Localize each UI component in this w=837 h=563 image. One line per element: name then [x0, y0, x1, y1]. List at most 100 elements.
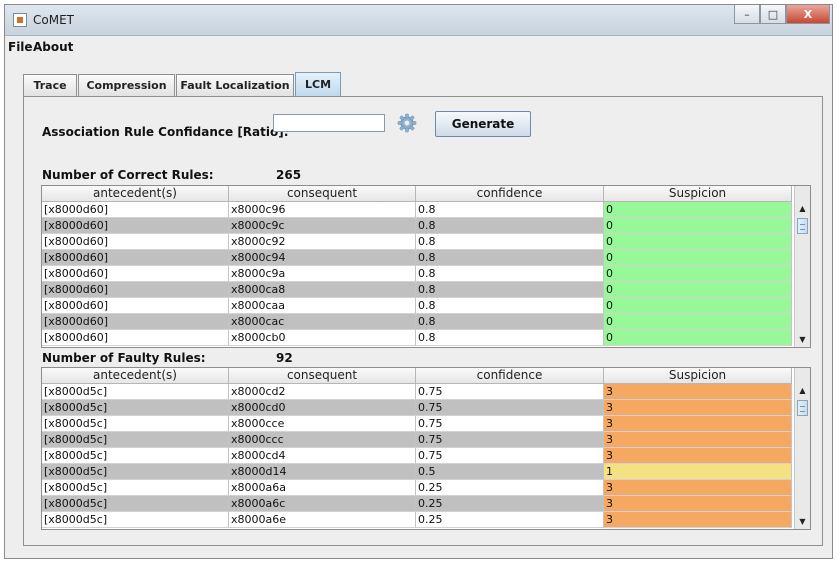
suspicion-cell: 3 [604, 432, 792, 448]
suspicion-cell: 1 [604, 464, 792, 480]
table-row[interactable]: [x8000d5c] x8000cd4 0.75 3 [42, 448, 810, 464]
confidence-cell: 0.8 [416, 250, 604, 266]
title-bar: CoMET – □ X [5, 5, 832, 36]
table-row[interactable]: [x8000d60] x8000c9c 0.8 0 [42, 218, 810, 234]
consequent-cell: x8000a6a [229, 480, 416, 496]
tab-fault-localization[interactable]: Fault Localization [176, 74, 294, 96]
scroll-down-arrow-icon[interactable]: ▼ [795, 333, 810, 347]
suspicion-cell: 0 [604, 202, 792, 218]
app-window: CoMET – □ X File About Trace Compression… [4, 4, 833, 559]
suspicion-cell: 3 [604, 400, 792, 416]
table-row[interactable]: [x8000d5c] x8000cce 0.75 3 [42, 416, 810, 432]
antecedent-cell: [x8000d5c] [42, 416, 229, 432]
column-header[interactable]: Suspicion [604, 186, 792, 202]
table-header: antecedent(s) consequent confidence Suspici… [42, 186, 810, 202]
suspicion-cell: 0 [604, 266, 792, 282]
consequent-cell: x8000caa [229, 298, 416, 314]
confidence-cell: 0.25 [416, 496, 604, 512]
consequent-cell: x8000cd4 [229, 448, 416, 464]
confidence-cell: 0.8 [416, 202, 604, 218]
faulty-rules-table[interactable]: antecedent(s) consequent confidence Suspici… [41, 367, 811, 530]
tab-compression[interactable]: Compression [78, 74, 175, 96]
antecedent-cell: [x8000d60] [42, 298, 229, 314]
table-row[interactable]: [x8000d60] x8000caa 0.8 0 [42, 298, 810, 314]
close-button[interactable]: X [786, 5, 830, 24]
confidence-input[interactable] [273, 114, 385, 132]
suspicion-cell: 0 [604, 314, 792, 330]
minimize-button[interactable]: – [734, 5, 760, 24]
column-header[interactable]: confidence [416, 186, 604, 202]
column-header[interactable]: consequent [229, 368, 416, 384]
table-row[interactable]: [x8000d5c] x8000a6c 0.25 3 [42, 496, 810, 512]
confidence-cell: 0.8 [416, 234, 604, 250]
table-row[interactable]: [x8000d60] x8000cb0 0.8 0 [42, 330, 810, 346]
antecedent-cell: [x8000d60] [42, 314, 229, 330]
suspicion-cell: 3 [604, 496, 792, 512]
table-row[interactable]: [x8000d5c] x8000cd2 0.75 3 [42, 384, 810, 400]
table-row[interactable]: [x8000d5c] x8000a6a 0.25 3 [42, 480, 810, 496]
table-row[interactable]: [x8000d5c] x8000ccc 0.75 3 [42, 432, 810, 448]
scroll-down-arrow-icon[interactable]: ▼ [795, 515, 810, 529]
consequent-cell: x8000c9a [229, 266, 416, 282]
column-header[interactable]: antecedent(s) [42, 368, 229, 384]
scroll-thumb[interactable] [797, 218, 808, 234]
confidence-cell: 0.75 [416, 416, 604, 432]
antecedent-cell: [x8000d5c] [42, 464, 229, 480]
maximize-button[interactable]: □ [760, 5, 786, 24]
consequent-cell: x8000cb0 [229, 330, 416, 346]
menu-about[interactable]: About [33, 40, 73, 54]
column-header[interactable]: consequent [229, 186, 416, 202]
table-row[interactable]: [x8000d60] x8000c94 0.8 0 [42, 250, 810, 266]
antecedent-cell: [x8000d60] [42, 330, 229, 346]
consequent-cell: x8000c94 [229, 250, 416, 266]
consequent-cell: x8000a6c [229, 496, 416, 512]
consequent-cell: x8000ccc [229, 432, 416, 448]
table-row[interactable]: [x8000d5c] x8000d14 0.5 1 [42, 464, 810, 480]
app-icon [13, 13, 27, 27]
generate-button[interactable]: Generate [435, 111, 531, 137]
vertical-scrollbar[interactable]: ▲ ▼ [794, 368, 810, 529]
antecedent-cell: [x8000d5c] [42, 400, 229, 416]
faulty-rules-label: Number of Faulty Rules: [42, 351, 206, 365]
consequent-cell: x8000cd0 [229, 400, 416, 416]
consequent-cell: x8000ca8 [229, 282, 416, 298]
antecedent-cell: [x8000d60] [42, 202, 229, 218]
confidence-cell: 0.8 [416, 330, 604, 346]
antecedent-cell: [x8000d5c] [42, 448, 229, 464]
vertical-scrollbar[interactable]: ▲ ▼ [794, 186, 810, 347]
correct-rules-label: Number of Correct Rules: [42, 168, 214, 182]
tab-lcm[interactable]: LCM [295, 72, 341, 96]
consequent-cell: x8000c96 [229, 202, 416, 218]
suspicion-cell: 0 [604, 234, 792, 250]
column-header[interactable]: confidence [416, 368, 604, 384]
confidence-cell: 0.75 [416, 432, 604, 448]
table-row[interactable]: [x8000d60] x8000ca8 0.8 0 [42, 282, 810, 298]
table-row[interactable]: [x8000d60] x8000c92 0.8 0 [42, 234, 810, 250]
tab-trace[interactable]: Trace [23, 74, 77, 96]
correct-rules-table[interactable]: antecedent(s) consequent confidence Suspici… [41, 185, 811, 348]
scroll-up-arrow-icon[interactable]: ▲ [795, 384, 810, 398]
consequent-cell: x8000cd2 [229, 384, 416, 400]
table-row[interactable]: [x8000d60] x8000cac 0.8 0 [42, 314, 810, 330]
consequent-cell: x8000cac [229, 314, 416, 330]
faulty-rules-count: 92 [276, 351, 293, 365]
antecedent-cell: [x8000d5c] [42, 432, 229, 448]
suspicion-cell: 0 [604, 330, 792, 346]
confidence-cell: 0.8 [416, 266, 604, 282]
table-row[interactable]: [x8000d60] x8000c9a 0.8 0 [42, 266, 810, 282]
scroll-up-arrow-icon[interactable]: ▲ [795, 202, 810, 216]
table-row[interactable]: [x8000d60] x8000c96 0.8 0 [42, 202, 810, 218]
consequent-cell: x8000d14 [229, 464, 416, 480]
scroll-thumb[interactable] [797, 400, 808, 416]
suspicion-cell: 3 [604, 384, 792, 400]
column-header[interactable]: antecedent(s) [42, 186, 229, 202]
suspicion-cell: 3 [604, 416, 792, 432]
antecedent-cell: [x8000d60] [42, 266, 229, 282]
table-row[interactable]: [x8000d5c] x8000cd0 0.75 3 [42, 400, 810, 416]
antecedent-cell: [x8000d5c] [42, 496, 229, 512]
column-header[interactable]: Suspicion [604, 368, 792, 384]
menu-file[interactable]: File [8, 40, 33, 54]
antecedent-cell: [x8000d60] [42, 250, 229, 266]
confidence-cell: 0.75 [416, 448, 604, 464]
table-row[interactable]: [x8000d5c] x8000a6e 0.25 3 [42, 512, 810, 528]
